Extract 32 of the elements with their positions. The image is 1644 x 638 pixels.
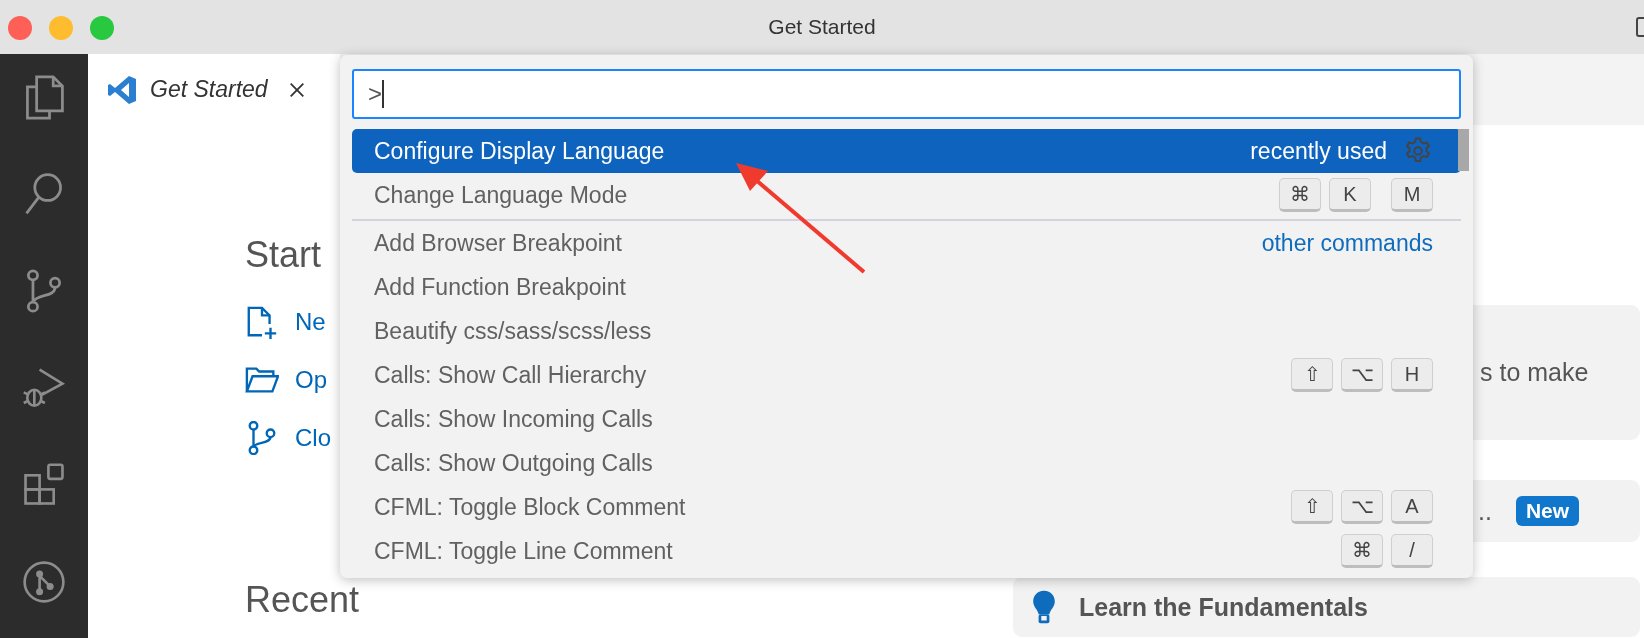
lightbulb-icon bbox=[1031, 589, 1057, 625]
command-item[interactable]: Add Browser Breakpoint other commands bbox=[352, 219, 1461, 265]
command-item[interactable]: CFML: Toggle Line Comment ⌘ / bbox=[352, 529, 1461, 573]
extensions-icon[interactable] bbox=[22, 462, 66, 508]
section-heading: Recent bbox=[245, 578, 360, 622]
walkthrough-card[interactable]: Learn the Fundamentals bbox=[1013, 577, 1640, 637]
command-item[interactable]: Calls: Show Incoming Calls bbox=[352, 397, 1461, 441]
command-input-field[interactable]: > bbox=[352, 69, 1461, 119]
command-item[interactable]: Calls: Show Call Hierarchy ⇧ ⌥ H bbox=[352, 353, 1461, 397]
editor-logo-icon bbox=[106, 73, 138, 106]
command-item[interactable]: Change Language Mode ⌘ K M bbox=[352, 173, 1461, 217]
start-link[interactable]: Clo bbox=[295, 424, 331, 452]
new-file-icon bbox=[245, 305, 279, 339]
command-item[interactable]: CFML: Toggle Block Comment ⇧ ⌥ A bbox=[352, 485, 1461, 529]
start-link[interactable]: Op bbox=[295, 366, 327, 394]
layout-icon[interactable] bbox=[1636, 17, 1644, 37]
section-heading: Start bbox=[245, 233, 322, 277]
editor-tab[interactable]: Get Started bbox=[88, 54, 340, 125]
remote-icon[interactable] bbox=[22, 559, 66, 605]
command-item[interactable]: Beautify css/sass/scss/less bbox=[352, 309, 1461, 353]
close-icon[interactable] bbox=[287, 80, 306, 99]
new-badge: New bbox=[1515, 496, 1580, 526]
card-text: .. bbox=[1478, 496, 1492, 526]
start-link[interactable]: Ne bbox=[295, 308, 326, 336]
window-title: Get Started bbox=[768, 15, 876, 39]
card-title: Learn the Fundamentals bbox=[1079, 592, 1368, 622]
command-item[interactable]: Configure Display Language recently used bbox=[352, 129, 1461, 173]
scrollbar-thumb[interactable] bbox=[1458, 129, 1469, 171]
command-item[interactable]: Calls: Show Outgoing Calls bbox=[352, 441, 1461, 485]
card-text: s to make bbox=[1480, 358, 1589, 387]
close-window-button[interactable] bbox=[8, 16, 32, 40]
command-item[interactable]: Add Function Breakpoint bbox=[352, 265, 1461, 309]
